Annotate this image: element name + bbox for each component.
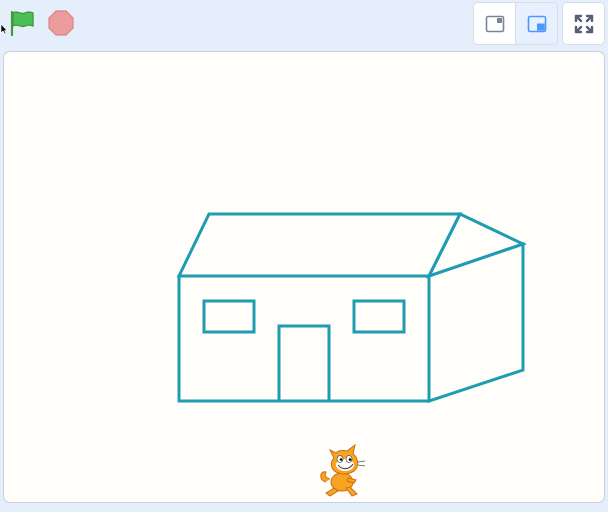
small-stage-icon — [485, 15, 504, 32]
fullscreen-icon — [574, 14, 593, 33]
house-roof-side — [426, 212, 527, 279]
pen-drawing-house — [176, 212, 527, 404]
house-window-right — [352, 299, 406, 334]
green-flag-icon — [10, 10, 34, 37]
stop-button[interactable] — [46, 9, 76, 37]
house-front-wall — [177, 274, 431, 403]
stop-icon — [48, 10, 74, 36]
stage-toolbar — [0, 0, 608, 48]
normal-stage-icon — [527, 15, 546, 32]
normal-stage-button[interactable] — [516, 3, 557, 44]
house-window-left — [202, 299, 256, 334]
stage-canvas[interactable] — [3, 51, 605, 503]
cat-sprite[interactable] — [318, 442, 370, 498]
house-roof-front — [176, 212, 463, 278]
fullscreen-button[interactable] — [562, 2, 605, 45]
house-door — [277, 324, 331, 401]
mouse-cursor-icon — [0, 23, 8, 35]
house-side-wall — [427, 241, 525, 404]
stage-layout-toggle — [473, 2, 558, 45]
green-flag-button[interactable] — [7, 9, 37, 37]
small-stage-button[interactable] — [474, 3, 516, 44]
